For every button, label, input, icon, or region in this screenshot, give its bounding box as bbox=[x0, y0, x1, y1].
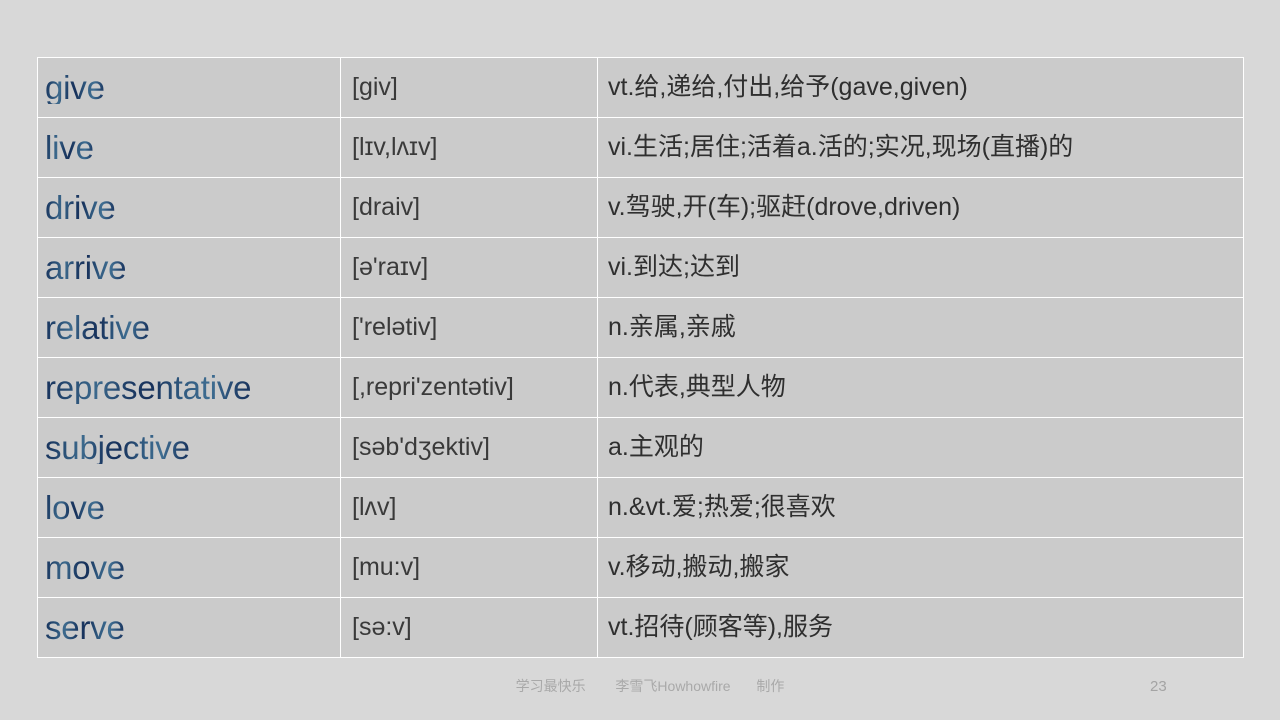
word-cell: move bbox=[37, 537, 341, 598]
pronunciation-cell: [sə:v] bbox=[340, 597, 598, 658]
definition-text: a.主观的 bbox=[608, 433, 704, 461]
definition-text: v.驾驶,开(车);驱赶(drove,driven) bbox=[608, 193, 961, 221]
table-row: live [lɪv,lʌɪv] vi.生活;居住;活着a.活的;实况,现场(直播)的 bbox=[37, 117, 1244, 178]
pronunciation-text: ['relətiv] bbox=[352, 313, 438, 341]
table-row: serve [sə:v] vt.招待(顾客等),服务 bbox=[37, 597, 1244, 658]
page-number: 23 bbox=[1150, 678, 1167, 695]
pronunciation-cell: [mu:v] bbox=[340, 537, 598, 598]
pronunciation-text: [mu:v] bbox=[352, 553, 421, 581]
table-row: move [mu:v] v.移动,搬动,搬家 bbox=[37, 537, 1244, 598]
word-cell: relative bbox=[37, 297, 341, 358]
footer-right-text: 制作 bbox=[756, 678, 785, 694]
table-row: give [giv] vt.给,递给,付出,给予(gave,given) bbox=[37, 57, 1244, 118]
pronunciation-cell: [lʌv] bbox=[340, 477, 598, 538]
pronunciation-text: [lɪv,lʌɪv] bbox=[352, 133, 438, 161]
slide-canvas: give [giv] vt.给,递给,付出,给予(gave,given) live [l… bbox=[0, 0, 1280, 720]
word-text: relative bbox=[45, 309, 150, 346]
pronunciation-cell: [ə'raɪv] bbox=[340, 237, 598, 298]
word-cell: subjective bbox=[37, 417, 341, 478]
word-cell: serve bbox=[37, 597, 341, 658]
word-text: subjective bbox=[45, 429, 190, 466]
pronunciation-text: [,repri'zentətiv] bbox=[352, 373, 514, 401]
word-text: serve bbox=[45, 609, 125, 646]
table-row: representative [,repri'zentətiv] n.代表,典型人物 bbox=[37, 357, 1244, 418]
word-cell: drive bbox=[37, 177, 341, 238]
definition-cell: n.代表,典型人物 bbox=[597, 357, 1244, 418]
definition-text: vt.给,递给,付出,给予(gave,given) bbox=[608, 73, 968, 101]
pronunciation-text: [səb'dʒektiv] bbox=[352, 433, 490, 461]
word-text: representative bbox=[45, 369, 252, 406]
word-text: arrive bbox=[45, 249, 127, 286]
table-row: arrive [ə'raɪv] vi.到达;达到 bbox=[37, 237, 1244, 298]
definition-cell: v.移动,搬动,搬家 bbox=[597, 537, 1244, 598]
pronunciation-text: [draiv] bbox=[352, 193, 421, 221]
table-row: subjective [səb'dʒektiv] a.主观的 bbox=[37, 417, 1244, 478]
word-text: give bbox=[45, 69, 105, 106]
table-row: relative ['relətiv] n.亲属,亲戚 bbox=[37, 297, 1244, 358]
table-row: drive [draiv] v.驾驶,开(车);驱赶(drove,driven) bbox=[37, 177, 1244, 238]
word-cell: arrive bbox=[37, 237, 341, 298]
footer-left-text: 学习最快乐 bbox=[515, 678, 586, 694]
word-text: move bbox=[45, 549, 125, 586]
pronunciation-cell: ['relətiv] bbox=[340, 297, 598, 358]
vocabulary-table-body: give [giv] vt.给,递给,付出,给予(gave,given) live [l… bbox=[37, 57, 1244, 658]
pronunciation-text: [lʌv] bbox=[352, 493, 397, 521]
footer-credit-line: 学习最快乐 李雪飞Howhowfire 制作 bbox=[440, 676, 860, 696]
pronunciation-text: [giv] bbox=[352, 73, 398, 101]
definition-text: n.亲属,亲戚 bbox=[608, 313, 736, 341]
definition-cell: vt.招待(顾客等),服务 bbox=[597, 597, 1244, 658]
definition-cell: vi.到达;达到 bbox=[597, 237, 1244, 298]
pronunciation-cell: [draiv] bbox=[340, 177, 598, 238]
word-text: love bbox=[45, 489, 105, 526]
definition-cell: vt.给,递给,付出,给予(gave,given) bbox=[597, 57, 1244, 118]
definition-text: vi.生活;居住;活着a.活的;实况,现场(直播)的 bbox=[608, 133, 1074, 161]
pronunciation-text: [ə'raɪv] bbox=[352, 253, 429, 281]
word-cell: representative bbox=[37, 357, 341, 418]
pronunciation-cell: [giv] bbox=[340, 57, 598, 118]
definition-text: n.&vt.爱;热爱;很喜欢 bbox=[608, 493, 836, 521]
definition-cell: n.亲属,亲戚 bbox=[597, 297, 1244, 358]
word-text: drive bbox=[45, 189, 116, 226]
word-text: live bbox=[45, 129, 94, 166]
word-cell: give bbox=[37, 57, 341, 118]
table-row: love [lʌv] n.&vt.爱;热爱;很喜欢 bbox=[37, 477, 1244, 538]
word-cell: live bbox=[37, 117, 341, 178]
slide-footer: 学习最快乐 李雪飞Howhowfire 制作 bbox=[0, 676, 1280, 698]
pronunciation-cell: [,repri'zentətiv] bbox=[340, 357, 598, 418]
pronunciation-cell: [lɪv,lʌɪv] bbox=[340, 117, 598, 178]
definition-cell: vi.生活;居住;活着a.活的;实况,现场(直播)的 bbox=[597, 117, 1244, 178]
definition-text: v.移动,搬动,搬家 bbox=[608, 553, 790, 581]
definition-cell: a.主观的 bbox=[597, 417, 1244, 478]
definition-cell: n.&vt.爱;热爱;很喜欢 bbox=[597, 477, 1244, 538]
pronunciation-text: [sə:v] bbox=[352, 613, 412, 641]
footer-author-text: 李雪飞Howhowfire bbox=[615, 678, 731, 694]
vocabulary-table: give [giv] vt.给,递给,付出,给予(gave,given) live [l… bbox=[37, 57, 1244, 658]
pronunciation-cell: [səb'dʒektiv] bbox=[340, 417, 598, 478]
definition-text: vi.到达;达到 bbox=[608, 253, 740, 281]
definition-cell: v.驾驶,开(车);驱赶(drove,driven) bbox=[597, 177, 1244, 238]
definition-text: n.代表,典型人物 bbox=[608, 373, 786, 401]
word-cell: love bbox=[37, 477, 341, 538]
definition-text: vt.招待(顾客等),服务 bbox=[608, 613, 833, 641]
